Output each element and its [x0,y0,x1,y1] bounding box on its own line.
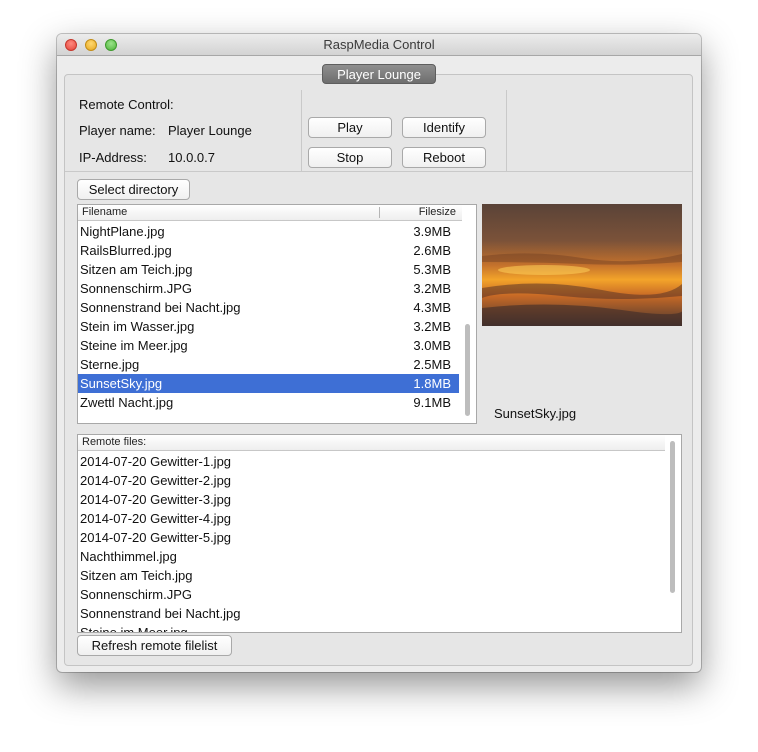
remote-file-name: 2014-07-20 Gewitter-3.jpg [80,492,232,507]
remote-files-header: Remote files: [78,435,665,451]
table-row[interactable]: SunsetSky.jpg 1.8MB [78,374,459,393]
file-size-cell: 3.2MB [413,319,451,334]
table-row[interactable]: Zwettl Nacht.jpg 9.1MB [78,393,459,412]
tab-player-lounge[interactable]: Player Lounge [322,64,436,84]
local-files-scrollbar[interactable] [465,324,470,416]
title-bar[interactable]: RaspMedia Control [57,34,701,56]
table-header: Filename Filesize [78,205,462,221]
identify-button[interactable]: Identify [402,117,486,138]
info-divider [301,90,302,171]
remote-file-name: Sitzen am Teich.jpg [80,568,193,583]
remote-file-name: 2014-07-20 Gewitter-5.jpg [80,530,232,545]
file-name-cell: Sitzen am Teich.jpg [80,262,193,277]
file-name-cell: Zwettl Nacht.jpg [80,395,174,410]
remote-control-label: Remote Control: [79,97,174,112]
table-row[interactable]: Sonnenstrand bei Nacht.jpg 4.3MB [78,298,459,317]
remote-file-name: Steine im Meer.jpg [80,625,188,633]
file-name-cell: NightPlane.jpg [80,224,165,239]
player-name-label: Player name: [79,123,156,138]
table-row[interactable]: Steine im Meer.jpg 3.0MB [78,336,459,355]
list-item[interactable]: Nachthimmel.jpg [78,547,663,566]
window-title: RaspMedia Control [323,37,435,52]
file-name-cell: Sonnenschirm.JPG [80,281,192,296]
column-divider [379,207,380,218]
list-item[interactable]: 2014-07-20 Gewitter-1.jpg [78,452,663,471]
table-row[interactable]: Sitzen am Teich.jpg 5.3MB [78,260,459,279]
table-row[interactable]: Stein im Wasser.jpg 3.2MB [78,317,459,336]
image-preview [482,204,682,326]
list-item[interactable]: 2014-07-20 Gewitter-2.jpg [78,471,663,490]
file-size-cell: 2.5MB [413,357,451,372]
file-size-cell: 9.1MB [413,395,451,410]
file-name-cell: Sonnenstrand bei Nacht.jpg [80,300,241,315]
list-item[interactable]: Sitzen am Teich.jpg [78,566,663,585]
file-size-cell: 3.0MB [413,338,451,353]
list-item[interactable]: Sonnenstrand bei Nacht.jpg [78,604,663,623]
table-row[interactable]: NightPlane.jpg 3.9MB [78,222,459,241]
remote-file-name: 2014-07-20 Gewitter-1.jpg [80,454,232,469]
local-files-table[interactable]: Filename Filesize NightPlane.jpg 3.9MB Rai… [77,204,477,424]
file-size-cell: 5.3MB [413,262,451,277]
file-name-cell: Sterne.jpg [80,357,140,372]
remote-file-name: 2014-07-20 Gewitter-4.jpg [80,511,232,526]
preview-filename: SunsetSky.jpg [494,406,577,421]
file-size-cell: 3.9MB [413,224,451,239]
file-size-cell: 4.3MB [413,300,451,315]
filesize-column-header[interactable]: Filesize [419,206,456,218]
file-name-cell: RailsBlurred.jpg [80,243,172,258]
play-button[interactable]: Play [308,117,392,138]
remote-file-name: Sonnenschirm.JPG [80,587,192,602]
reboot-button[interactable]: Reboot [402,147,486,168]
list-item[interactable]: Steine im Meer.jpg [78,623,663,633]
remote-file-name: Sonnenstrand bei Nacht.jpg [80,606,241,621]
file-name-cell: Steine im Meer.jpg [80,338,188,353]
controls-divider [506,90,507,171]
main-window: RaspMedia Control Player Lounge Remote C… [57,34,701,672]
list-item[interactable]: 2014-07-20 Gewitter-4.jpg [78,509,663,528]
remote-files-scrollbar[interactable] [670,441,675,593]
file-name-cell: Stein im Wasser.jpg [80,319,195,334]
filename-column-header[interactable]: Filename [82,206,127,218]
remote-files-header-label: Remote files: [82,436,147,448]
remote-file-name: 2014-07-20 Gewitter-2.jpg [80,473,232,488]
table-row[interactable]: Sonnenschirm.JPG 3.2MB [78,279,459,298]
select-directory-button[interactable]: Select directory [77,179,190,200]
ip-address-label: IP-Address: [79,150,147,165]
ip-address-value: 10.0.0.7 [168,150,215,165]
section-divider [65,171,692,172]
refresh-remote-filelist-button[interactable]: Refresh remote filelist [77,635,232,656]
remote-file-name: Nachthimmel.jpg [80,549,177,564]
remote-files-list[interactable]: Remote files: 2014-07-20 Gewitter-1.jpg 2… [77,434,682,633]
stop-button[interactable]: Stop [308,147,392,168]
list-item[interactable]: 2014-07-20 Gewitter-3.jpg [78,490,663,509]
table-row[interactable]: RailsBlurred.jpg 2.6MB [78,241,459,260]
list-item[interactable]: Sonnenschirm.JPG [78,585,663,604]
file-size-cell: 3.2MB [413,281,451,296]
player-name-value: Player Lounge [168,123,252,138]
file-size-cell: 1.8MB [413,376,451,391]
file-size-cell: 2.6MB [413,243,451,258]
list-item[interactable]: 2014-07-20 Gewitter-5.jpg [78,528,663,547]
file-name-cell: SunsetSky.jpg [80,376,163,391]
table-row[interactable]: Sterne.jpg 2.5MB [78,355,459,374]
